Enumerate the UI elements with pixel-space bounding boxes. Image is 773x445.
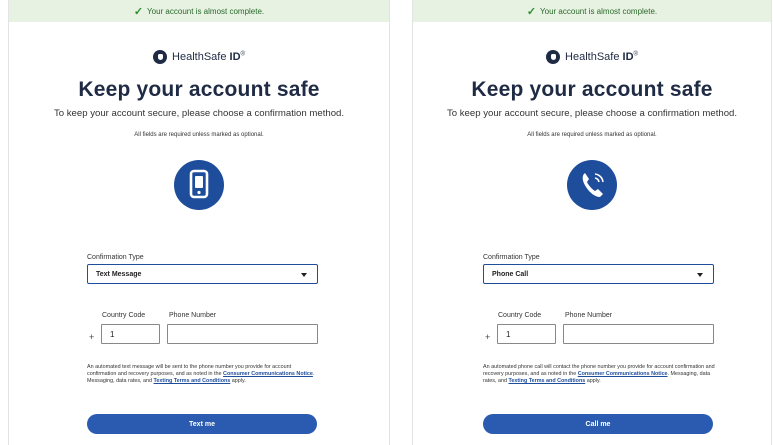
phone-call-panel: ✓ Your account is almost complete. Healt… xyxy=(412,0,772,445)
consumer-communications-notice-link[interactable]: Consumer Communications Notice xyxy=(223,371,313,377)
page-title: Keep your account safe xyxy=(471,78,713,101)
confirmation-type-select[interactable]: Phone Call xyxy=(483,264,714,284)
status-banner: ✓ Your account is almost complete. xyxy=(9,0,389,22)
consumer-communications-notice-link[interactable]: Consumer Communications Notice xyxy=(578,371,668,377)
banner-text: Your account is almost complete. xyxy=(540,6,658,16)
shield-logo-icon xyxy=(153,50,168,64)
logo-id: ID xyxy=(229,51,241,63)
country-code-value: 1 xyxy=(506,329,511,339)
page-title: Keep your account safe xyxy=(78,78,320,101)
logo-text: HealthSafe xyxy=(565,51,620,63)
phone-number-input[interactable] xyxy=(563,324,714,344)
logo-trademark: ® xyxy=(240,51,245,58)
text-message-panel: ✓ Your account is almost complete. Healt… xyxy=(8,0,390,445)
confirmation-type-value: Text Message xyxy=(96,270,142,278)
disclaimer-text: An automated text message will be sent t… xyxy=(87,364,319,385)
logo-text: HealthSafe xyxy=(172,51,227,63)
disclaimer-post: apply. xyxy=(230,378,246,384)
phone-number-label: Phone Number xyxy=(565,312,613,319)
call-me-button[interactable]: Call me xyxy=(483,414,713,434)
country-code-input[interactable]: 1 xyxy=(497,324,556,344)
texting-terms-link[interactable]: Texting Terms and Conditions xyxy=(508,378,585,384)
texting-terms-link[interactable]: Texting Terms and Conditions xyxy=(154,378,231,384)
country-code-label: Country Code xyxy=(102,312,146,319)
disclaimer-text: An automated phone call will contact the… xyxy=(483,364,715,385)
required-fields-note: All fields are required unless marked as… xyxy=(527,132,657,138)
phone-handset-icon xyxy=(567,160,617,210)
page-subtitle: To keep your account secure, please choo… xyxy=(446,108,738,119)
country-code-input[interactable]: 1 xyxy=(101,324,160,344)
plus-sign: + xyxy=(485,332,491,342)
plus-sign: + xyxy=(89,332,95,342)
confirmation-type-label: Confirmation Type xyxy=(483,254,540,261)
logo-wordmark: HealthSafe ID® xyxy=(565,51,638,63)
phone-number-label: Phone Number xyxy=(169,312,217,319)
required-fields-note: All fields are required unless marked as… xyxy=(134,132,264,138)
confirmation-type-label: Confirmation Type xyxy=(87,254,144,261)
country-code-value: 1 xyxy=(110,329,115,339)
status-banner: ✓ Your account is almost complete. xyxy=(413,0,771,22)
confirmation-type-value: Phone Call xyxy=(492,270,529,278)
checkmark-icon: ✓ xyxy=(133,5,144,18)
checkmark-icon: ✓ xyxy=(526,5,537,18)
shield-logo-icon xyxy=(546,50,561,64)
chevron-down-icon xyxy=(697,273,703,277)
chevron-down-icon xyxy=(301,273,307,277)
logo-trademark: ® xyxy=(633,51,638,58)
healthsafe-logo: HealthSafe ID® xyxy=(413,50,771,64)
phone-number-input[interactable] xyxy=(167,324,318,344)
confirmation-type-select[interactable]: Text Message xyxy=(87,264,318,284)
logo-id: ID xyxy=(622,51,634,63)
smartphone-icon xyxy=(174,160,224,210)
disclaimer-post: apply. xyxy=(585,378,601,384)
banner-text: Your account is almost complete. xyxy=(147,6,265,16)
healthsafe-logo: HealthSafe ID® xyxy=(9,50,389,64)
country-code-label: Country Code xyxy=(498,312,542,319)
page-subtitle: To keep your account secure, please choo… xyxy=(53,108,345,119)
logo-wordmark: HealthSafe ID® xyxy=(172,51,245,63)
text-me-button[interactable]: Text me xyxy=(87,414,317,434)
